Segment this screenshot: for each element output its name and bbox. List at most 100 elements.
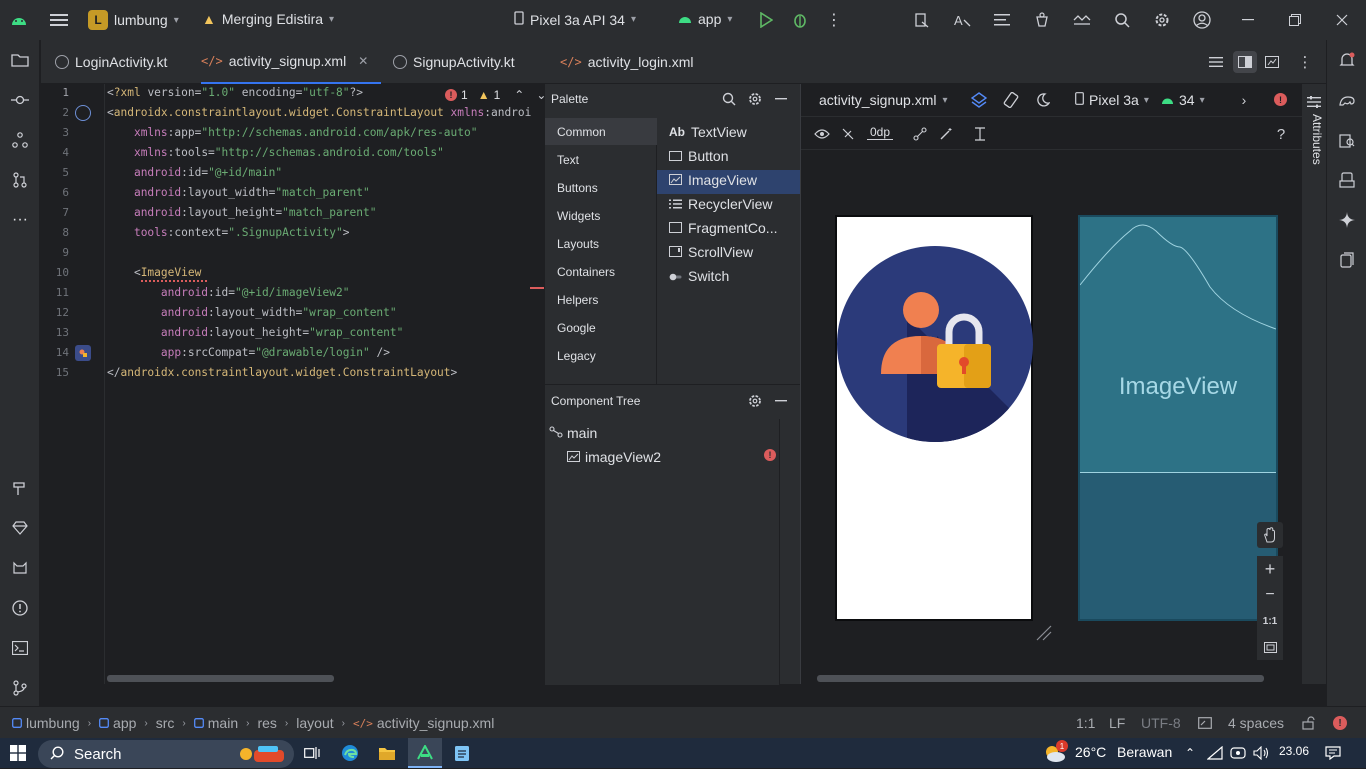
night-mode-icon[interactable] [1033, 91, 1053, 109]
breadcrumb-item[interactable]: main [208, 715, 238, 731]
search-icon[interactable] [1112, 10, 1132, 30]
palette-item-recyclerview[interactable]: RecyclerView [669, 196, 773, 212]
settings-gear-icon[interactable] [1152, 10, 1172, 30]
gemini-sparkle-icon[interactable] [1335, 208, 1359, 232]
tree-node-main[interactable]: main [549, 425, 597, 441]
problems-icon[interactable] [8, 596, 32, 620]
tab-login-activity-kt[interactable]: LoginActivity.kt [55, 40, 167, 84]
logcat-cat-icon[interactable] [8, 556, 32, 580]
minimize-icon[interactable] [1238, 10, 1258, 30]
gutter-drawable-icon[interactable] [75, 345, 91, 361]
chevron-up-icon[interactable]: ⌃ [514, 88, 524, 102]
gem-icon[interactable] [8, 516, 32, 540]
wifi-icon[interactable] [1206, 744, 1224, 762]
layers-icon[interactable] [969, 91, 989, 109]
palette-category[interactable]: Helpers [557, 293, 598, 307]
zoom-to-fit-icon[interactable] [1257, 634, 1283, 660]
app-inspection-icon[interactable] [1032, 10, 1052, 30]
notepad-icon[interactable] [452, 743, 472, 763]
palette-item-button[interactable]: Button [669, 148, 728, 164]
horizontal-scrollbar[interactable] [107, 675, 334, 682]
tab-signup-activity-kt[interactable]: SignupActivity.kt [393, 40, 515, 84]
gutter-layout-icon[interactable] [75, 105, 91, 121]
layout-file-selector[interactable]: activity_signup.xml ▾ [819, 92, 948, 108]
terminal-icon[interactable] [8, 636, 32, 660]
palette-category[interactable]: Common [557, 125, 606, 139]
run-icon[interactable] [756, 10, 776, 30]
more-actions-icon[interactable]: ⋮ [826, 10, 842, 30]
minimize-panel-icon[interactable] [773, 393, 789, 409]
blueprint-preview[interactable]: ImageView [1078, 215, 1278, 621]
palette-category[interactable]: Text [557, 153, 579, 167]
layout-error-icon[interactable]: ! [1274, 93, 1287, 106]
battery-icon[interactable] [1229, 744, 1247, 762]
file-encoding[interactable]: UTF-8 [1141, 715, 1181, 731]
login-lock-illustration[interactable] [837, 246, 1033, 442]
sync-gradle-icon[interactable] [912, 10, 932, 30]
version-control-icon[interactable] [8, 676, 32, 700]
taskbar-search-box[interactable]: Search [38, 740, 294, 768]
branch-selector[interactable]: ▲ Merging Edistira ▾ [202, 11, 334, 27]
more-tools-icon[interactable]: ··· [8, 208, 32, 232]
breadcrumb-item[interactable]: lumbung [26, 715, 80, 731]
running-devices-icon[interactable] [1335, 168, 1359, 192]
breadcrumb-item[interactable]: res [257, 715, 276, 731]
device-manager-icon[interactable] [1072, 10, 1092, 30]
palette-item-switch[interactable]: Switch [669, 268, 729, 284]
gradle-icon[interactable] [1335, 88, 1359, 112]
breadcrumb-item[interactable]: src [156, 715, 175, 731]
logcat-icon[interactable] [992, 10, 1012, 30]
breadcrumb-item[interactable]: layout [296, 715, 333, 731]
error-badge-icon[interactable]: ! [764, 449, 776, 461]
palette-category[interactable]: Legacy [557, 349, 596, 363]
edge-browser-icon[interactable] [340, 743, 360, 763]
tab-more-icon[interactable]: ⋮ [1297, 53, 1313, 71]
palette-category[interactable]: Buttons [557, 181, 598, 195]
chevron-right-icon[interactable]: › [1237, 91, 1251, 109]
project-selector[interactable]: L lumbung ▾ [88, 10, 179, 30]
guidelines-icon[interactable] [971, 125, 989, 143]
pull-requests-icon[interactable] [8, 168, 32, 192]
view-options-eye-icon[interactable] [813, 125, 831, 143]
device-preview-selector[interactable]: Pixel 3a ▾ [1075, 92, 1149, 108]
attributes-label[interactable]: Attributes [1304, 114, 1324, 204]
tree-settings-gear-icon[interactable] [747, 393, 763, 409]
design-preview-phone[interactable] [835, 215, 1033, 621]
build-hammer-icon[interactable] [8, 476, 32, 500]
structure-icon[interactable] [8, 128, 32, 152]
palette-settings-gear-icon[interactable] [747, 91, 763, 107]
device-explorer-icon[interactable] [1335, 128, 1359, 152]
minimize-panel-icon[interactable] [773, 91, 789, 107]
weather-icon[interactable]: 1 [1042, 740, 1068, 766]
autoconnect-off-icon[interactable] [839, 125, 857, 143]
main-menu-icon[interactable] [48, 10, 70, 30]
code-view-icon[interactable] [1207, 54, 1225, 70]
blueprint-imageview-bounds[interactable]: ImageView [1080, 217, 1276, 473]
default-margins-button[interactable]: 0dp [867, 125, 894, 140]
help-icon[interactable]: ? [1273, 125, 1289, 143]
file-explorer-icon[interactable] [377, 743, 397, 763]
cursor-position[interactable]: 1:1 [1076, 715, 1095, 731]
editorconfig-icon[interactable] [1196, 714, 1214, 732]
palette-category[interactable]: Layouts [557, 237, 599, 251]
infer-constraints-wand-icon[interactable] [937, 125, 955, 143]
palette-category[interactable]: Containers [557, 265, 615, 279]
clear-constraints-icon[interactable] [911, 125, 929, 143]
tree-scroll-track[interactable] [779, 419, 801, 685]
line-ending[interactable]: LF [1109, 715, 1125, 731]
project-folder-icon[interactable] [8, 48, 32, 72]
design-view-icon[interactable] [1263, 54, 1281, 70]
zoom-out-icon[interactable]: − [1257, 582, 1283, 608]
tree-node-imageview2[interactable]: imageView2 [567, 449, 661, 465]
restore-icon[interactable] [1285, 10, 1305, 30]
orientation-icon[interactable] [1001, 91, 1021, 109]
tab-activity-signup-xml[interactable]: </> activity_signup.xml ✕ [201, 40, 381, 84]
windows-start-icon[interactable] [10, 745, 26, 761]
search-icon[interactable] [721, 91, 737, 107]
palette-category[interactable]: Widgets [557, 209, 600, 223]
volume-icon[interactable] [1252, 744, 1270, 762]
palette-item-imageview[interactable]: ImageView [669, 172, 757, 188]
palette-item-fragmentcontainer[interactable]: FragmentCo... [669, 220, 777, 236]
android-studio-task-icon[interactable] [408, 738, 442, 768]
file-lock-icon[interactable] [1300, 714, 1318, 732]
